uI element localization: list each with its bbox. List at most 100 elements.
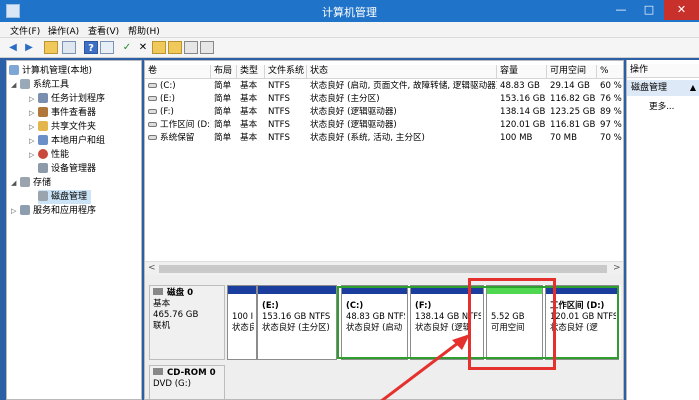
- refresh-icon[interactable]: [184, 41, 198, 54]
- forward-arrow-icon[interactable]: ▶: [22, 41, 36, 54]
- expand-icon[interactable]: ▷: [29, 148, 38, 162]
- expand-icon[interactable]: ▷: [11, 204, 20, 218]
- volume-percent: 70 %: [600, 133, 622, 143]
- partition-e[interactable]: (E:) 153.16 GB NTFS 状态良好 (主分区): [257, 285, 337, 360]
- volume-filesystem: NTFS: [268, 133, 290, 143]
- tree-item-device-manager[interactable]: 设备管理器: [38, 162, 96, 176]
- expand-icon[interactable]: ▷: [29, 120, 38, 134]
- tree-item-task-scheduler[interactable]: ▷ 任务计划程序: [29, 92, 105, 106]
- tree-item-system-tools[interactable]: ◢ 系统工具: [11, 78, 69, 92]
- check-icon[interactable]: ✓: [120, 41, 134, 54]
- table-row[interactable]: 工作区间 (D:) 简单 基本 NTFS 状态良好 (逻辑驱动器) 120.01…: [145, 119, 623, 132]
- volume-free-space: 116.81 GB: [550, 120, 596, 130]
- actions-section-disk-management[interactable]: 磁盘管理 ▲: [627, 80, 699, 96]
- tree-item-event-viewer[interactable]: ▷ 事件查看器: [29, 106, 96, 120]
- volume-type: 基本: [240, 81, 258, 91]
- tree-item-local-users[interactable]: ▷ 本地用户和组: [29, 134, 105, 148]
- column-header-percent[interactable]: %: [597, 65, 623, 79]
- volume-status: 状态良好 (启动, 页面文件, 故障转储, 逻辑驱动器): [310, 81, 497, 91]
- column-header-volume[interactable]: 卷: [145, 65, 211, 79]
- partition-bar: [258, 286, 336, 294]
- disk-management-icon: [38, 191, 48, 201]
- table-row[interactable]: (F:) 简单 基本 NTFS 状态良好 (逻辑驱动器) 138.14 GB 1…: [145, 106, 623, 119]
- collapse-icon[interactable]: ◢: [11, 78, 20, 92]
- volume-status: 状态良好 (主分区): [310, 94, 380, 104]
- disk-0-label[interactable]: 磁盘 0 基本 465.76 GB 联机: [149, 285, 225, 360]
- disk-type: DVD (G:): [153, 379, 191, 389]
- tree-item-computer-management[interactable]: 计算机管理(本地): [9, 64, 92, 78]
- volume-free-space: 123.25 GB: [550, 107, 596, 117]
- volume-type: 基本: [240, 94, 258, 104]
- close-button[interactable]: ✕: [664, 0, 699, 20]
- tree-item-shared-folders[interactable]: ▷ 共享文件夹: [29, 120, 96, 134]
- storage-icon: [20, 177, 30, 187]
- column-header-free-space[interactable]: 可用空间: [547, 65, 597, 79]
- volume-layout: 简单: [214, 94, 232, 104]
- open-folder-icon[interactable]: [168, 41, 182, 54]
- tree-item-storage[interactable]: ◢ 存储: [11, 176, 51, 190]
- volume-filesystem: NTFS: [268, 81, 290, 91]
- expand-icon[interactable]: ▷: [29, 134, 38, 148]
- cdrom-0-label[interactable]: CD-ROM 0 DVD (G:): [149, 365, 225, 399]
- menu-view[interactable]: 查看(V): [88, 24, 119, 37]
- volume-layout: 简单: [214, 81, 232, 91]
- partition-system-reserved[interactable]: 100 I状态良: [227, 285, 257, 360]
- menu-action[interactable]: 操作(A): [48, 24, 79, 37]
- actions-pane: 操作 磁盘管理 ▲ 更多...: [626, 60, 699, 400]
- table-row[interactable]: (E:) 简单 基本 NTFS 状态良好 (主分区) 153.16 GB 116…: [145, 93, 623, 106]
- maximize-button[interactable]: □: [636, 0, 662, 20]
- volume-capacity: 120.01 GB: [500, 120, 546, 130]
- tree-item-services-apps[interactable]: ▷ 服务和应用程序: [11, 204, 96, 218]
- scroll-left-icon[interactable]: <: [148, 263, 156, 273]
- tools-icon: [20, 79, 30, 89]
- table-row[interactable]: 系统保留 简单 基本 NTFS 状态良好 (系统, 活动, 主分区) 100 M…: [145, 132, 623, 145]
- help-icon[interactable]: ?: [84, 41, 98, 54]
- cdrom-icon: [153, 368, 163, 375]
- zoom-icon[interactable]: [200, 41, 214, 54]
- collapse-caret-icon[interactable]: ▲: [690, 80, 696, 96]
- show-hide-tree-icon[interactable]: [62, 41, 76, 54]
- expand-icon[interactable]: ▷: [29, 92, 38, 106]
- up-folder-icon[interactable]: [44, 41, 58, 54]
- disk-name: CD-ROM 0: [167, 368, 216, 378]
- volume-percent: 97 %: [600, 120, 622, 130]
- volume-capacity: 48.83 GB: [500, 81, 540, 91]
- tree-item-disk-management[interactable]: 磁盘管理: [38, 190, 92, 204]
- scrollbar-thumb[interactable]: [159, 265, 607, 273]
- more-actions-link[interactable]: 更多...: [649, 100, 674, 112]
- scroll-right-icon[interactable]: >: [613, 263, 621, 273]
- volume-percent: 60 %: [600, 81, 622, 91]
- properties-icon[interactable]: [100, 41, 114, 54]
- volume-filesystem: NTFS: [268, 94, 290, 104]
- menu-help[interactable]: 帮助(H): [128, 24, 160, 37]
- tree-item-performance[interactable]: ▷ 性能: [29, 148, 69, 162]
- volume-name: 系统保留: [160, 133, 195, 143]
- menu-bar: 文件(F) 操作(A) 查看(V) 帮助(H): [0, 22, 699, 38]
- disk-icon: [153, 288, 163, 295]
- back-arrow-icon[interactable]: ◀: [6, 41, 20, 54]
- expand-icon[interactable]: ▷: [29, 106, 38, 120]
- column-header-type[interactable]: 类型: [237, 65, 265, 79]
- horizontal-scrollbar[interactable]: < >: [145, 261, 623, 275]
- volume-layout: 简单: [214, 133, 232, 143]
- volume-type: 基本: [240, 120, 258, 130]
- drive-icon: [148, 96, 157, 101]
- volume-free-space: 116.82 GB: [550, 94, 596, 104]
- menu-file[interactable]: 文件(F): [10, 24, 40, 37]
- volume-name: (C:): [160, 81, 176, 91]
- new-folder-icon[interactable]: [152, 41, 166, 54]
- column-header-capacity[interactable]: 容量: [497, 65, 547, 79]
- volume-status: 状态良好 (逻辑驱动器): [310, 120, 397, 130]
- column-header-status[interactable]: 状态: [307, 65, 497, 79]
- volume-free-space: 29.14 GB: [550, 81, 590, 91]
- minimize-button[interactable]: —: [608, 0, 634, 20]
- column-header-filesystem[interactable]: 文件系统: [265, 65, 307, 79]
- users-icon: [38, 135, 48, 145]
- table-row[interactable]: (C:) 简单 基本 NTFS 状态良好 (启动, 页面文件, 故障转储, 逻辑…: [145, 80, 623, 93]
- disk-name: 磁盘 0: [167, 288, 194, 298]
- delete-icon[interactable]: ✕: [136, 41, 150, 54]
- column-header-layout[interactable]: 布局: [211, 65, 237, 79]
- collapse-icon[interactable]: ◢: [11, 176, 20, 190]
- volume-name: (F:): [160, 107, 174, 117]
- title-bar: 计算机管理 — □ ✕: [0, 0, 699, 22]
